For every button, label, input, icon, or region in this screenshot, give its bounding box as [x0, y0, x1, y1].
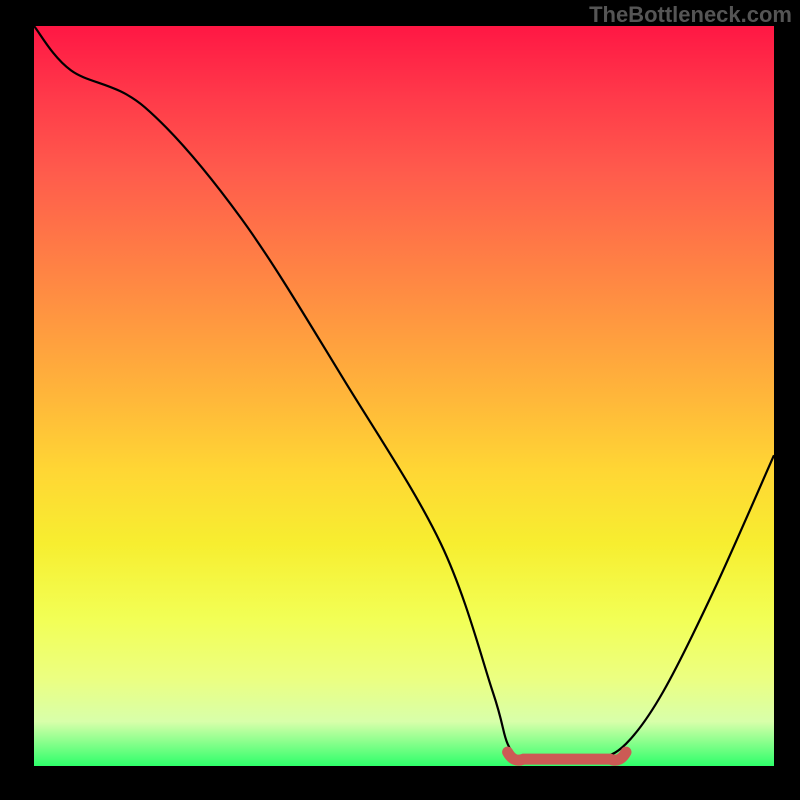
watermark-text: TheBottleneck.com	[589, 2, 792, 28]
chart-plot-area	[34, 26, 774, 766]
optimal-range-marker	[508, 752, 626, 760]
bottleneck-curve-svg	[34, 26, 774, 766]
bottleneck-curve-line	[34, 26, 774, 760]
